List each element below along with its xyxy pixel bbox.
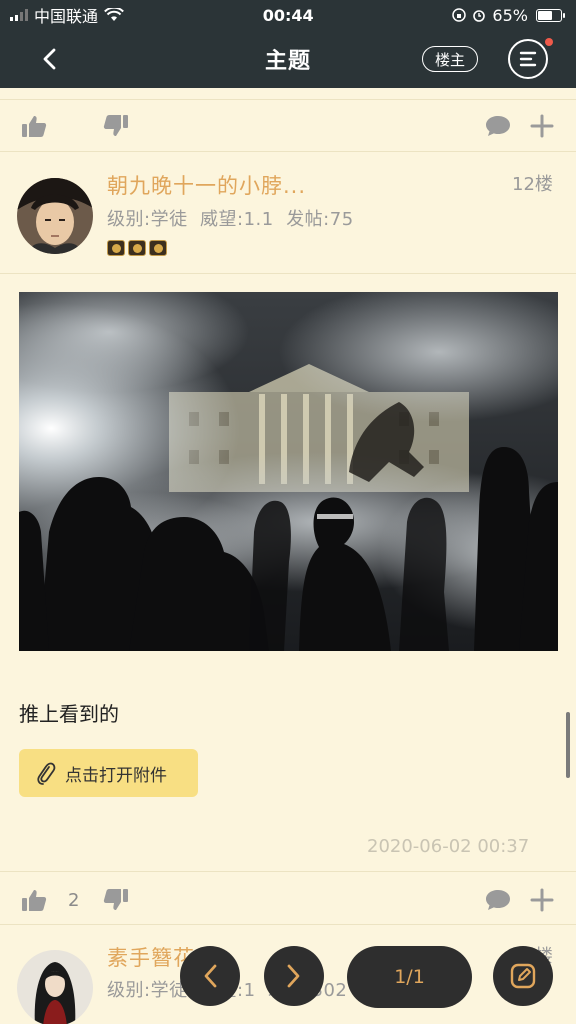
rotation-lock-icon — [452, 8, 467, 22]
menu-button[interactable] — [508, 39, 548, 79]
thumbs-down-icon — [103, 889, 128, 910]
avatar-image — [17, 178, 93, 254]
attachment-label: 点击打开附件 — [65, 765, 167, 786]
thumbs-down-icon — [103, 115, 128, 136]
next-page-button[interactable] — [264, 946, 324, 1006]
post-username[interactable]: 朝九晚十一的小脖... — [107, 170, 306, 200]
plus-icon — [530, 888, 554, 912]
paperclip-icon — [37, 762, 56, 785]
thumbs-up-icon — [22, 116, 47, 137]
comment-button[interactable] — [484, 886, 512, 914]
comment-icon — [486, 116, 510, 136]
chevron-left-icon — [43, 48, 56, 70]
prev-page-button[interactable] — [180, 946, 240, 1006]
open-attachment-button[interactable]: 点击打开附件 — [19, 749, 198, 797]
owner-only-button[interactable]: 楼主 — [422, 46, 478, 72]
floor-number: 12楼 — [512, 174, 553, 195]
medal-icon — [107, 240, 125, 256]
dislike-button[interactable] — [102, 112, 130, 140]
add-button[interactable] — [528, 886, 556, 914]
carrier-label: 中国联通 — [34, 7, 99, 26]
status-bar: 中国联通 00:44 65% — [0, 0, 576, 30]
avatar-image — [17, 950, 93, 1024]
battery-percent: 65% — [492, 5, 528, 25]
user-meta: 级别:学徒 威望:1.1 发帖:75 — [107, 205, 354, 231]
dislike-button[interactable] — [102, 886, 130, 914]
post-image[interactable] — [19, 292, 558, 651]
prev-post-actions — [0, 100, 576, 152]
edit-icon — [510, 963, 536, 989]
scrollbar[interactable] — [566, 712, 570, 778]
user-post-count: 发帖:75 — [286, 209, 354, 230]
medal-icon — [128, 240, 146, 256]
clock: 00:44 — [262, 5, 314, 25]
page-indicator[interactable]: 1/1 — [347, 946, 472, 1008]
compose-button[interactable] — [493, 946, 553, 1006]
battery-icon — [535, 8, 565, 22]
user-prestige: 威望:1.1 — [200, 209, 274, 230]
post-actions: 2 — [0, 872, 576, 924]
chevron-right-icon — [287, 964, 300, 988]
user-level: 级别:学徒 — [107, 209, 188, 230]
nav-bar: 主题 楼主 — [0, 30, 576, 88]
avatar[interactable] — [17, 178, 93, 254]
like-count: 2 — [68, 890, 80, 911]
avatar[interactable] — [17, 950, 93, 1024]
comment-button[interactable] — [484, 112, 512, 140]
post-content: 推上看到的 — [19, 702, 119, 726]
back-button[interactable] — [32, 42, 66, 76]
menu-icon — [519, 51, 537, 67]
alarm-icon — [473, 10, 486, 22]
post-photo — [19, 292, 558, 651]
divider — [0, 924, 576, 925]
wifi-icon — [104, 8, 124, 21]
page-indicator-label: 1/1 — [394, 966, 425, 988]
post-timestamp: 2020-06-02 00:37 — [367, 836, 530, 857]
chevron-left-icon — [204, 964, 217, 988]
divider — [0, 151, 576, 152]
page-title: 主题 — [264, 49, 311, 74]
notification-dot — [545, 38, 553, 46]
medal-icon — [149, 240, 167, 256]
like-button[interactable] — [20, 112, 48, 140]
comment-icon — [486, 890, 510, 910]
signal-icon — [10, 9, 28, 21]
app-header: 中国联通 00:44 65% 主题 楼主 — [0, 0, 576, 88]
add-button[interactable] — [528, 112, 556, 140]
thumbs-up-icon — [22, 890, 47, 911]
user-badges — [107, 240, 167, 256]
divider — [0, 273, 576, 274]
like-button[interactable] — [20, 886, 48, 914]
plus-icon — [530, 114, 554, 138]
